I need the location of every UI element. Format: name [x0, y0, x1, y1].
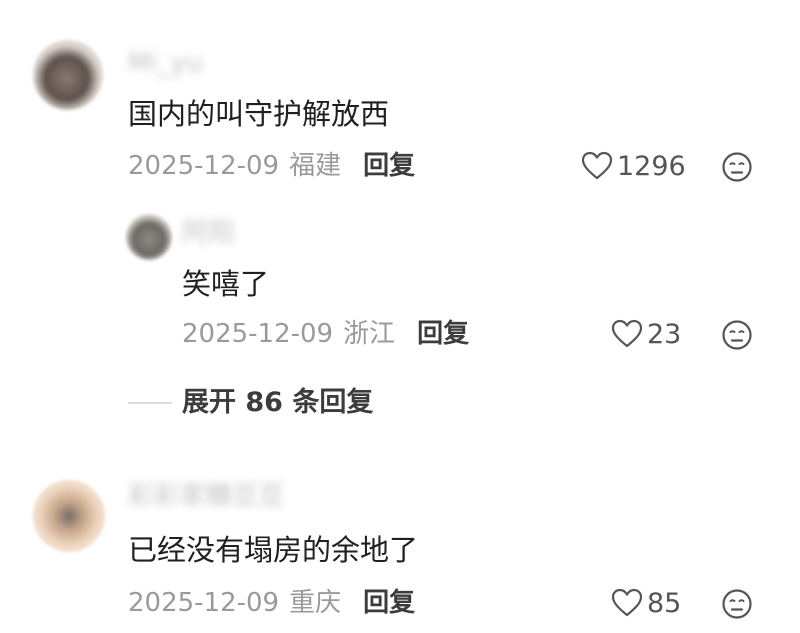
- comment-date: 2025-12-09: [128, 151, 280, 181]
- avatar[interactable]: [126, 214, 172, 260]
- like-button[interactable]: 85: [611, 588, 681, 618]
- comment-location: 重庆: [289, 588, 342, 618]
- comment-text: 笑嘻了: [182, 267, 270, 301]
- reply-button[interactable]: 回复: [363, 590, 415, 616]
- comment-location: 浙江: [343, 319, 396, 349]
- reply-button[interactable]: 回复: [363, 153, 415, 179]
- like-count: 85: [647, 587, 682, 619]
- like-count: 23: [647, 318, 682, 350]
- comment-location: 福建: [289, 151, 342, 181]
- comment-meta: 2025-12-09 浙江 回复: [182, 321, 469, 347]
- comment-text: 已经没有塌房的余地了: [128, 533, 419, 567]
- username[interactable]: Mi_yu: [128, 50, 203, 76]
- comment-date: 2025-12-09: [128, 588, 280, 618]
- heart-outline-icon: [581, 151, 613, 180]
- username[interactable]: 阿阳: [182, 220, 234, 246]
- comment-date: 2025-12-09: [182, 319, 334, 349]
- neutral-face-icon[interactable]: [721, 319, 753, 351]
- like-count: 1296: [617, 150, 686, 182]
- neutral-face-icon[interactable]: [721, 151, 753, 183]
- comment-meta: 2025-12-09 重庆 回复: [128, 590, 415, 616]
- expand-replies-label: 展开 86 条回复: [182, 387, 374, 418]
- like-button[interactable]: 1296: [581, 151, 686, 181]
- avatar[interactable]: [33, 40, 103, 110]
- username[interactable]: 彩彩家糖豆豆: [128, 483, 284, 509]
- avatar[interactable]: [33, 480, 105, 552]
- heart-outline-icon: [611, 588, 643, 617]
- comment-meta: 2025-12-09 福建 回复: [128, 153, 415, 179]
- comment-text: 国内的叫守护解放西: [128, 97, 390, 131]
- expand-replies-button[interactable]: 展开 86 条回复: [128, 389, 373, 416]
- heart-outline-icon: [611, 319, 643, 348]
- like-button[interactable]: 23: [611, 319, 681, 349]
- neutral-face-icon[interactable]: [721, 588, 753, 620]
- divider: [128, 401, 172, 404]
- reply-button[interactable]: 回复: [417, 321, 469, 347]
